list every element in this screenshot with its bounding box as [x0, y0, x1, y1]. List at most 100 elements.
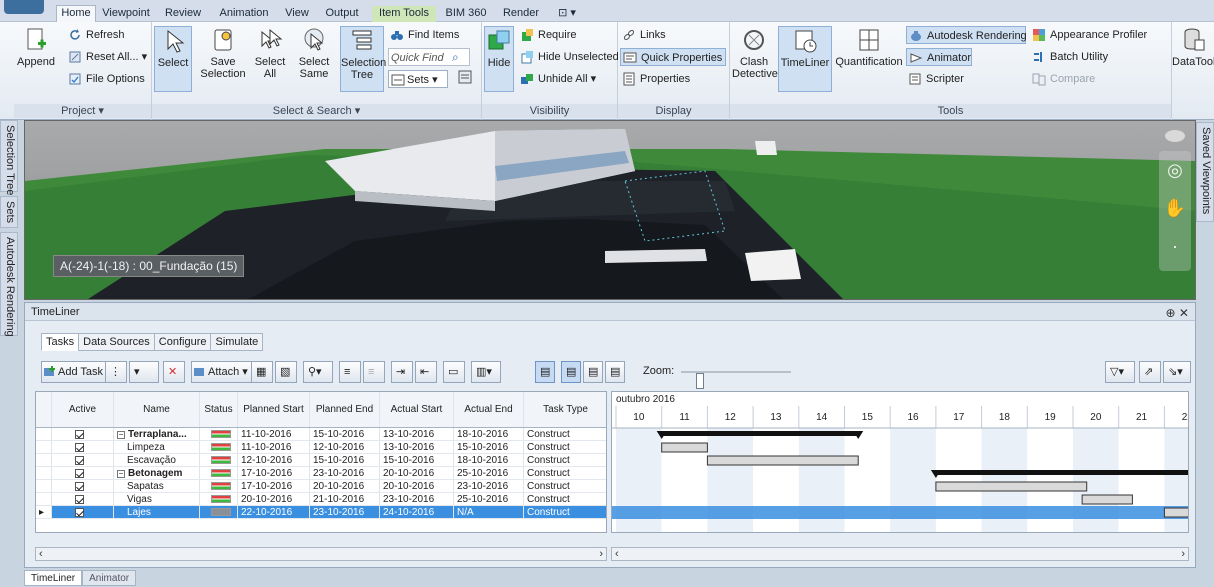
actual-end-cell[interactable]: 25-10-2016: [454, 467, 524, 479]
actual-end-cell[interactable]: N/A: [454, 506, 524, 518]
append-button[interactable]: Append: [16, 26, 56, 68]
hide-unselected-button[interactable]: Hide Unselected: [518, 48, 619, 66]
task-name-cell[interactable]: Vigas: [114, 493, 200, 505]
planned-end-cell[interactable]: 23-10-2016: [310, 506, 380, 518]
zoom-icon[interactable]: ·: [1159, 227, 1191, 265]
task-name-cell[interactable]: Escavação: [114, 454, 200, 466]
scroll-right-arrow-icon[interactable]: ›: [599, 548, 603, 560]
active-checkbox-cell[interactable]: [52, 454, 114, 466]
reset-all-button[interactable]: Reset All... ▾: [66, 48, 147, 66]
columns-button[interactable]: ▥▾: [471, 361, 501, 383]
delete-task-button[interactable]: ✕: [163, 361, 185, 383]
planned-start-cell[interactable]: 11-10-2016: [238, 428, 310, 440]
actual-end-cell[interactable]: 15-10-2016: [454, 441, 524, 453]
task-grid-hscrollbar[interactable]: ‹ ›: [35, 547, 607, 561]
filter-button[interactable]: ≡: [363, 361, 385, 383]
active-checkbox-cell[interactable]: [52, 480, 114, 492]
timeliner-button[interactable]: TimeLiner: [778, 26, 832, 92]
add-task-button[interactable]: Add Task: [41, 361, 109, 383]
task-name-cell[interactable]: − Terraplana...: [114, 428, 200, 440]
row-selector[interactable]: [36, 467, 52, 479]
task-name-cell[interactable]: Limpeza: [114, 441, 200, 453]
select-all-button[interactable]: Select All: [250, 26, 290, 80]
tab-item-tools[interactable]: Item Tools: [372, 6, 436, 22]
column-status[interactable]: Status: [200, 392, 238, 427]
type-cell[interactable]: Construct: [524, 467, 606, 479]
active-checkbox-cell[interactable]: [52, 441, 114, 453]
require-button[interactable]: Require: [518, 26, 577, 44]
status-cell[interactable]: [200, 467, 238, 479]
column-actual-start[interactable]: Actual Start: [380, 392, 454, 427]
attach-button[interactable]: Attach ▾: [191, 361, 253, 383]
group-label-select-search[interactable]: Select & Search ▾: [152, 104, 481, 118]
planned-end-cell[interactable]: 15-10-2016: [310, 454, 380, 466]
auto-attach-button[interactable]: ▦: [251, 361, 273, 383]
hide-button[interactable]: Hide: [484, 26, 514, 92]
side-tab-autodesk-rendering[interactable]: Autodesk Rendering: [0, 232, 18, 337]
active-checkbox[interactable]: [75, 443, 84, 452]
active-checkbox-cell[interactable]: [52, 506, 114, 518]
side-tab-selection-tree[interactable]: Selection Tree: [0, 120, 18, 195]
3d-viewport[interactable]: A(-24)-1(-18) : 00_Fundação (15) ◎ ✋ ·: [24, 120, 1196, 300]
gantt-task-bar[interactable]: [661, 442, 708, 453]
gantt-summary-bar[interactable]: [935, 470, 1189, 475]
tab-review[interactable]: Review: [160, 6, 206, 22]
row-selector[interactable]: [36, 493, 52, 505]
orbit-wheel-icon[interactable]: ◎: [1159, 151, 1191, 189]
animator-button[interactable]: Animator: [906, 48, 972, 66]
rules-button[interactable]: ≡: [339, 361, 361, 383]
table-row[interactable]: − Terraplana... 11-10-2016 15-10-2016 13-10-…: [36, 428, 606, 441]
status-cell[interactable]: [200, 454, 238, 466]
status-cell[interactable]: [200, 441, 238, 453]
planned-end-cell[interactable]: 15-10-2016: [310, 428, 380, 440]
row-selector[interactable]: ▸: [36, 506, 52, 518]
quantification-button[interactable]: Quantification: [834, 26, 904, 68]
collapse-icon[interactable]: −: [117, 470, 125, 478]
pan-hand-icon[interactable]: ✋: [1159, 189, 1191, 227]
actual-start-cell[interactable]: 23-10-2016: [380, 493, 454, 505]
links-button[interactable]: Links: [620, 26, 666, 44]
column-active[interactable]: Active: [52, 392, 114, 427]
app-logo[interactable]: [4, 0, 44, 14]
refresh-button[interactable]: Refresh: [66, 26, 125, 44]
add-comment-button[interactable]: ▭: [443, 361, 465, 383]
actual-start-cell[interactable]: 13-10-2016: [380, 441, 454, 453]
actual-start-cell[interactable]: 13-10-2016: [380, 428, 454, 440]
quick-properties-button[interactable]: Quick Properties: [620, 48, 726, 66]
filter-dropdown-button[interactable]: ▽▾: [1105, 361, 1135, 383]
planned-start-cell[interactable]: 11-10-2016: [238, 441, 310, 453]
type-cell[interactable]: Construct: [524, 506, 606, 518]
gantt-canvas[interactable]: 10 11 12 13 14 15 16 17 18 19 20 21 22: [612, 392, 1189, 533]
navigation-bar[interactable]: ◎ ✋ ·: [1159, 151, 1191, 271]
import-button[interactable]: ⇘▾: [1163, 361, 1191, 383]
datatools-button[interactable]: DataTools: [1172, 26, 1214, 68]
table-row[interactable]: Limpeza 11-10-2016 12-10-2016 13-10-2016 15-…: [36, 441, 606, 454]
table-row[interactable]: Vigas 20-10-2016 21-10-2016 23-10-2016 25-10…: [36, 493, 606, 506]
active-checkbox-cell[interactable]: [52, 493, 114, 505]
column-planned-start[interactable]: Planned Start: [238, 392, 310, 427]
actual-end-cell[interactable]: 23-10-2016: [454, 480, 524, 492]
actual-start-cell[interactable]: 24-10-2016: [380, 506, 454, 518]
zoom-slider[interactable]: [681, 371, 791, 389]
properties-button[interactable]: Properties: [620, 70, 690, 88]
select-same-button[interactable]: Select Same: [292, 26, 336, 80]
clear-attach-button[interactable]: ▧: [275, 361, 297, 383]
active-checkbox[interactable]: [75, 469, 84, 478]
task-name-cell[interactable]: Sapatas: [114, 480, 200, 492]
outdent-button[interactable]: ⇤: [415, 361, 437, 383]
indent-button[interactable]: ⇥: [391, 361, 413, 383]
actual-end-cell[interactable]: 18-10-2016: [454, 428, 524, 440]
show-actual-button[interactable]: ▤: [583, 361, 603, 383]
panel-pin-close-controls[interactable]: ⊕ ✕: [1166, 304, 1189, 322]
planned-end-cell[interactable]: 12-10-2016: [310, 441, 380, 453]
type-cell[interactable]: Construct: [524, 493, 606, 505]
compare-button[interactable]: Compare: [1030, 70, 1095, 88]
active-checkbox[interactable]: [75, 430, 84, 439]
row-selector[interactable]: [36, 454, 52, 466]
sets-dropdown[interactable]: Sets ▾: [388, 70, 448, 88]
table-row[interactable]: ▸ Lajes 22-10-2016 23-10-2016 24-10-2016 N/A C…: [36, 506, 606, 519]
gantt-hscrollbar[interactable]: ‹ ›: [611, 547, 1189, 561]
status-cell[interactable]: [200, 506, 238, 518]
row-selector[interactable]: [36, 441, 52, 453]
gantt-task-bar[interactable]: [706, 455, 859, 466]
